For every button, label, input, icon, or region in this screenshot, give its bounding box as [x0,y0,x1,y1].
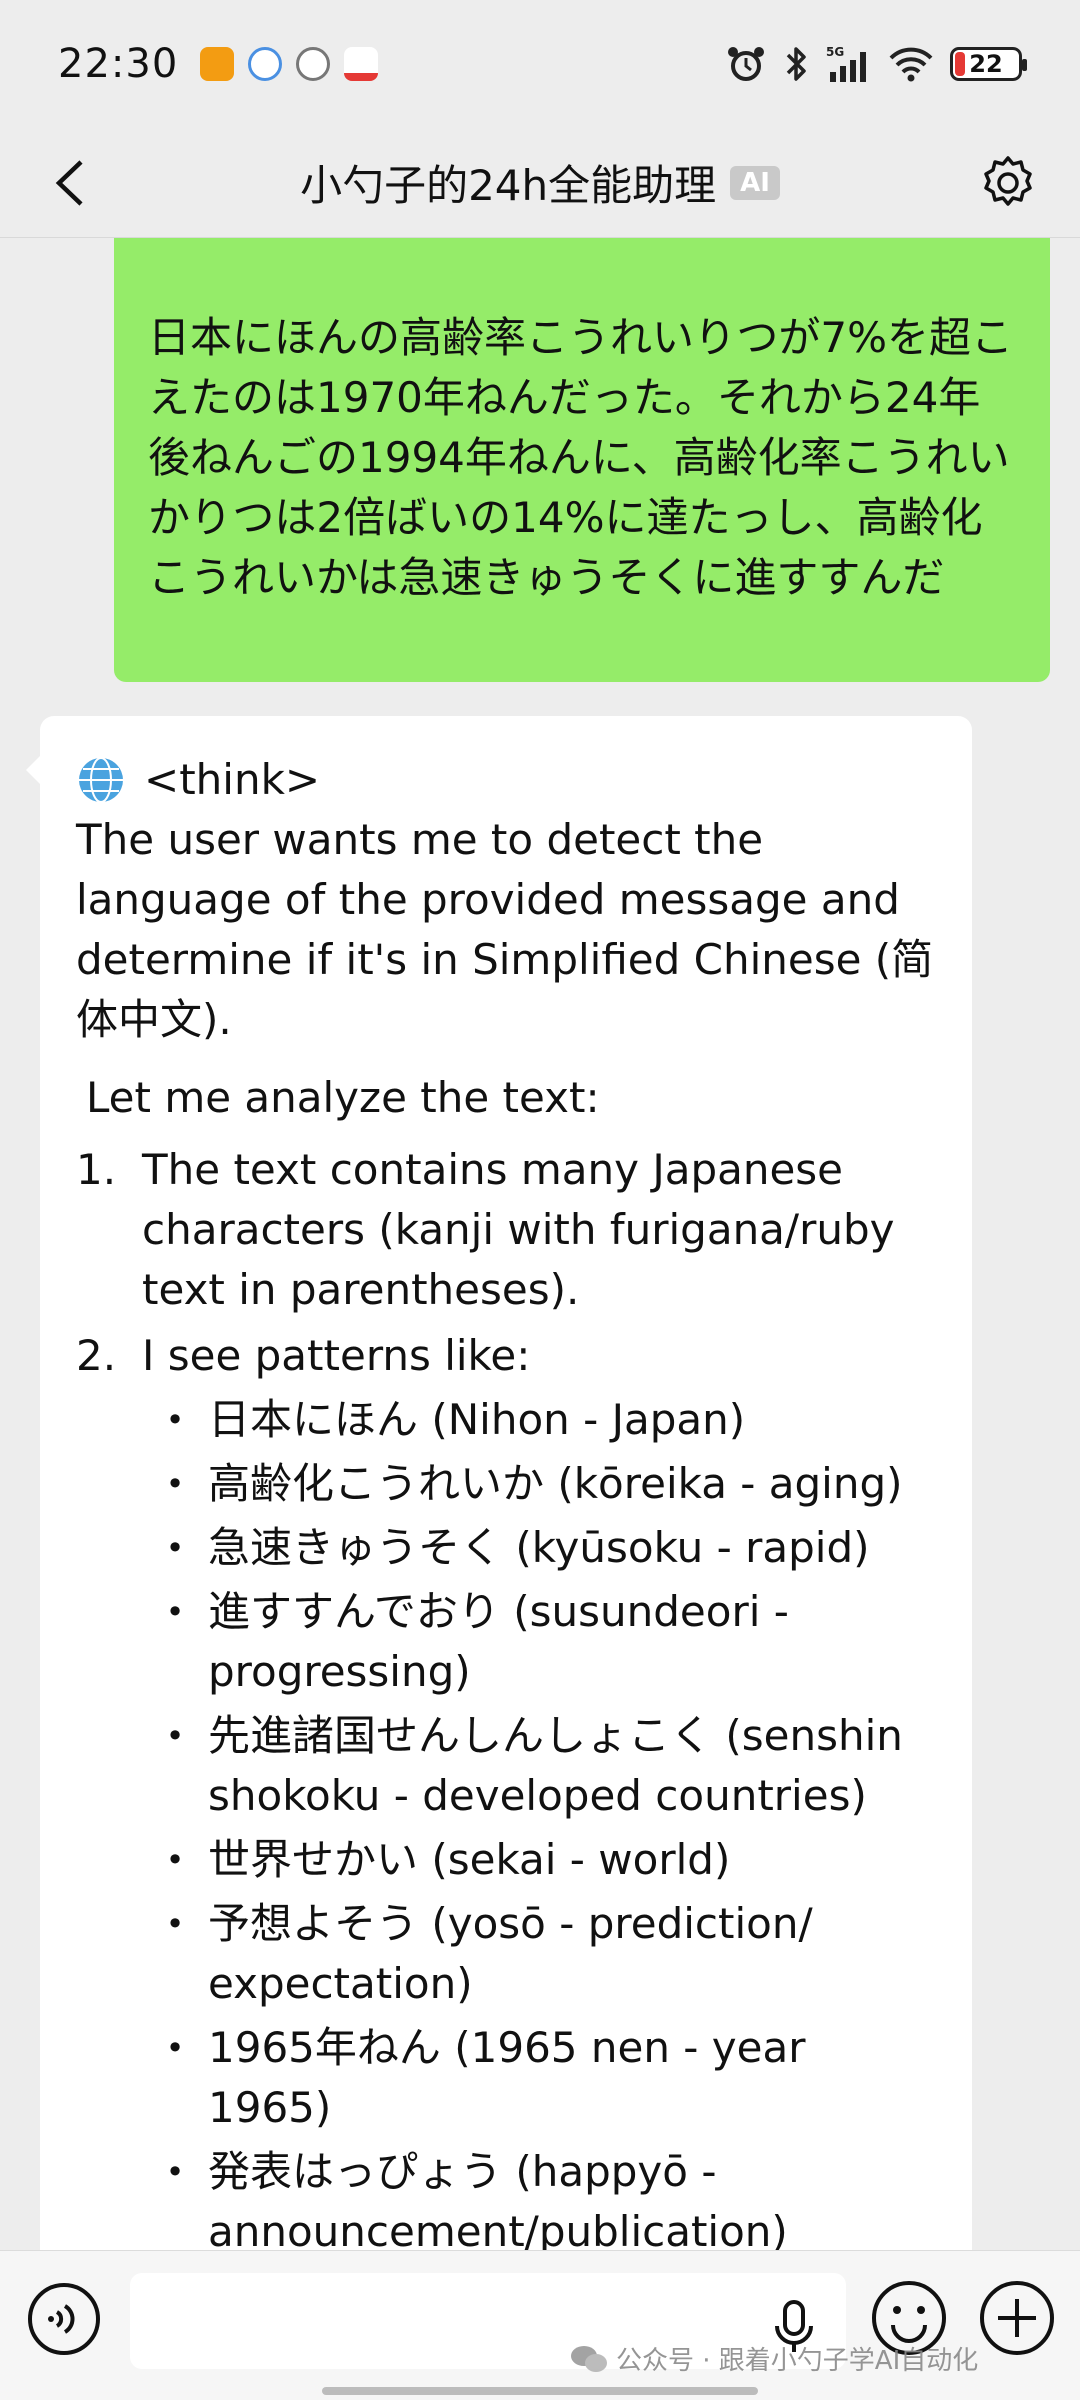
status-bar: 22:30 5G 22 [0,0,1080,128]
bullet-text: 日本にほん (Nihon - Japan) [208,1395,746,1444]
list-text: The text contains many Japanese characte… [142,1145,895,1314]
bullet-item: • 1965年ねん (1965 nen - year 1965) [142,2018,936,2138]
bullet-text: 1965年ねん (1965 nen - year 1965) [208,2023,806,2132]
alarm-icon [728,47,764,81]
list-number: 2. [76,1331,117,1380]
bullet-item: • 高齢化こうれいか (kōreika - aging) [142,1454,936,1514]
list-item: 2. I see patterns like: [76,1326,936,1386]
home-indicator[interactable] [322,2387,758,2395]
voice-icon [28,2283,100,2355]
ai-analyze-text: Let me analyze the text: [86,1073,600,1122]
settings-button[interactable] [976,151,1040,215]
plus-icon [980,2281,1054,2355]
list-number: 1. [76,1145,117,1194]
list-text: I see patterns like: [142,1331,531,1380]
user-message-text: 日本にほんの高齢率こうれいりつが7%を超こえたのは1970年ねんだった。それから… [148,313,1014,602]
voice-mode-button[interactable] [24,2279,104,2359]
user-message-bubble[interactable]: 日本にほんの高齢率こうれいりつが7%を超こえたのは1970年ねんだった。それから… [114,238,1050,682]
bullet-list: • 日本にほん (Nihon - Japan) • 高齢化こうれいか (kōreik… [76,1390,936,2250]
bullet-text: 世界せかい (sekai - world) [208,1835,731,1884]
bullet-dot-icon: • [165,1401,185,1439]
input-bar [0,2250,1080,2400]
notif-app-orange-icon [200,47,235,81]
notif-app-gray-icon [296,47,331,81]
bullet-text: 予想よそう (yosō - prediction/ expectation) [208,1899,813,2008]
ai-message-bubble[interactable]: <think> The user wants me to detect the … [26,716,972,2250]
bullet-item: • 予想よそう (yosō - prediction/ expectation) [142,1894,936,2014]
bullet-text: 進すすんでおり (susundeori - progressing) [208,1587,789,1696]
bullet-item: • 日本にほん (Nihon - Japan) [142,1390,936,1450]
bullet-text: 先進諸国せんしんしょこく (senshin shokoku - develope… [208,1711,903,1820]
status-time: 22:30 [58,41,179,87]
bullet-item: • 急速きゅうそく (kyūsoku - rapid) [142,1518,936,1578]
wechat-icon [571,2345,607,2372]
think-line: <think> [76,750,936,810]
bullet-item: • 進すすんでおり (susundeori - progressing) [142,1582,936,1702]
watermark: 公众号 · 跟着小勺子学AI自动化 [570,2340,978,2377]
bullet-item: • 発表はっぴょう (happyō - announcement/publicat… [142,2142,936,2250]
bullet-dot-icon: • [165,1465,185,1503]
bullet-item: • 世界せかい (sekai - world) [142,1830,936,1890]
list-item: 1. The text contains many Japanese chara… [76,1140,936,1320]
gear-icon [984,156,1032,206]
bluetooth-icon [786,47,806,81]
bullet-dot-icon: • [165,1905,185,1943]
bullet-dot-icon: • [165,2153,185,2191]
numbered-list: 1. The text contains many Japanese chara… [76,1140,936,1386]
chat-area[interactable]: 日本にほんの高齢率こうれいりつが7%を超こえたのは1970年ねんだった。それから… [0,238,1080,2250]
wifi-icon [889,47,933,82]
globe-icon [79,757,123,803]
bullet-dot-icon: • [165,1717,185,1755]
back-button[interactable] [40,153,100,213]
signal-5g-icon: 5G [826,45,866,82]
bullet-dot-icon: • [165,1593,185,1631]
bullet-text: 急速きゅうそく (kyūsoku - rapid) [208,1523,870,1572]
page-title: 小勺子的24h全能助理 [300,161,717,210]
ai-intro-text: The user wants me to detect the language… [76,815,934,1044]
bullet-text: 発表はっぴょう (happyō - announcement/publicati… [208,2147,788,2250]
chevron-left-icon [55,160,83,206]
bullet-item: • 先進諸国せんしんしょこく (senshin shokoku - develop… [142,1706,936,1826]
think-tag: <think> [144,755,321,804]
bullet-dot-icon: • [165,2029,185,2067]
watermark-text: 公众号 · 跟着小勺子学AI自动化 [616,2346,979,2376]
more-button[interactable] [976,2277,1058,2359]
battery-icon: 22 [950,47,1027,81]
chat-header: 小勺子的24h全能助理 AI [0,128,1080,238]
bullet-text: 高齢化こうれいか (kōreika - aging) [208,1459,903,1508]
notif-app-red-icon [344,47,379,81]
svg-text:5G: 5G [826,45,844,59]
notification-icons [200,47,379,81]
bullet-dot-icon: • [165,1529,185,1567]
notif-app-blue-icon [248,47,283,81]
ai-badge: AI [730,165,780,200]
status-right: 5G 22 [726,44,1027,84]
bullet-dot-icon: • [165,1841,185,1879]
